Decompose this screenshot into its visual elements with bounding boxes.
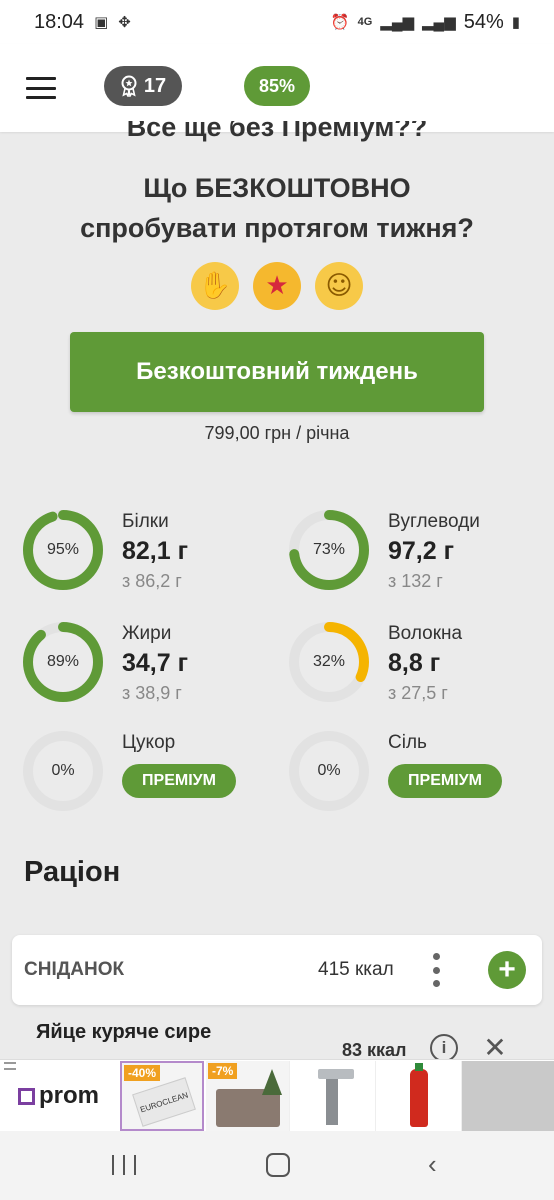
system-nav-bar: ‹ <box>0 1131 554 1200</box>
meal-kcal: 415 ккал <box>318 959 394 980</box>
nutrient-sugar[interactable]: 0% Цукор ПРЕМІУМ <box>22 730 282 820</box>
price-text: 799,00 грн / річна <box>204 423 350 443</box>
nutrient-value: 82,1 г <box>122 537 189 565</box>
premium-button[interactable]: ПРЕМІУМ <box>122 764 236 798</box>
discount-badge: -7% <box>208 1063 238 1079</box>
product-sauce-cap <box>415 1063 423 1071</box>
food-kcal: 83 ккал <box>342 1040 407 1060</box>
product-tree-image <box>262 1069 282 1095</box>
ad-item-4[interactable] <box>378 1061 462 1131</box>
product-sauce-image <box>410 1069 428 1127</box>
percent-label: 73% <box>312 541 346 558</box>
nutrient-value: 34,7 г <box>122 649 189 677</box>
nutrient-salt[interactable]: 0% Сіль ПРЕМІУМ <box>288 730 548 820</box>
prom-logo-mark <box>18 1087 35 1105</box>
nutrient-carbs[interactable]: 73% Вуглеводи 97,2 г з 132 г <box>288 509 548 599</box>
nutrient-fiber[interactable]: 32% Волокна 8,8 г з 27,5 г <box>288 621 548 711</box>
nutrient-goal: з 132 г <box>388 571 443 591</box>
battery-percent: 54% <box>463 10 504 33</box>
nutrient-goal: з 38,9 г <box>122 683 182 703</box>
meal-card-breakfast[interactable]: СНІДАНОК 415 ккал + <box>12 935 542 1005</box>
promo-title-line2: спробувати протягом тижня? <box>80 213 474 243</box>
premium-button[interactable]: ПРЕМІУМ <box>388 764 502 798</box>
nutrient-value: 97,2 г <box>388 537 455 565</box>
status-bar: 18:04 ▣ ✥ ⏰ 4G ▂▄▆ ▂▄▆ 54% ▮ <box>0 0 554 44</box>
ad-item-2[interactable]: -7% <box>206 1061 290 1131</box>
add-food-button[interactable]: + <box>488 951 526 989</box>
ad-item-1[interactable]: -40% EUROCLEAN <box>120 1061 204 1131</box>
nutrient-protein[interactable]: 95% Білки 82,1 г з 86,2 г <box>22 509 282 599</box>
nutrient-goal: з 27,5 г <box>388 683 448 703</box>
ad-choices-icon[interactable] <box>4 1062 16 1070</box>
product-faucet-body <box>326 1079 338 1125</box>
more-options-icon[interactable] <box>432 953 440 987</box>
percent-label: 0% <box>51 762 75 779</box>
nutrient-goal: з 86,2 г <box>122 571 182 591</box>
free-week-button[interactable]: Безкоштовний тиждень <box>70 332 484 412</box>
ad-banner[interactable]: prom -40% EUROCLEAN -7% <box>0 1059 554 1131</box>
nutrient-name: Жири <box>122 623 172 644</box>
info-icon[interactable]: i <box>430 1034 458 1062</box>
meal-name: СНІДАНОК <box>24 959 125 980</box>
recents-icon[interactable] <box>112 1155 136 1175</box>
product-brand: EUROCLEAN <box>139 1090 190 1115</box>
home-icon[interactable] <box>266 1153 290 1177</box>
nutrient-name: Волокна <box>388 623 463 644</box>
nutrient-fat[interactable]: 89% Жири 34,7 г з 38,9 г <box>22 621 282 711</box>
nutrient-name: Білки <box>122 511 169 532</box>
nutrient-name: Цукор <box>122 732 176 753</box>
clapping-hands-icon: ✋ <box>191 262 239 310</box>
percent-label: 95% <box>46 541 80 558</box>
menu-icon[interactable] <box>26 77 56 99</box>
network-type: 4G <box>357 16 373 28</box>
ad-item-3[interactable] <box>292 1061 376 1131</box>
status-time: 18:04 <box>34 10 85 33</box>
nutrient-name: Вуглеводи <box>388 511 480 532</box>
award-icon <box>121 75 137 97</box>
hugging-face-icon: ☺ <box>315 262 363 310</box>
prom-logo-text: prom <box>39 1082 99 1109</box>
product-faucet-image <box>318 1069 354 1079</box>
progress-badge[interactable]: 85% <box>244 66 310 106</box>
signal-2-icon: ▂▄▆ <box>422 14 456 31</box>
emoji-row: ✋ ★ ☺ <box>0 262 554 310</box>
food-name[interactable]: Яйце куряче сире <box>36 1021 211 1044</box>
award-badge[interactable]: 17 <box>104 66 182 106</box>
diet-title: Раціон <box>24 856 121 888</box>
sync-icon: ✥ <box>118 14 131 31</box>
signal-icon: ▂▄▆ <box>380 14 414 31</box>
back-icon[interactable]: ‹ <box>428 1151 437 1177</box>
promo-title-line1: Що БЕЗКОШТОВНО <box>143 173 411 203</box>
prom-logo[interactable]: prom <box>18 1082 99 1110</box>
ad-placeholder <box>462 1061 554 1131</box>
percent-label: 32% <box>312 653 346 670</box>
battery-icon: ▮ <box>511 14 520 31</box>
app-bar: 17 85% <box>0 44 554 132</box>
percent-label: 89% <box>46 653 80 670</box>
promo-title: Що БЕЗКОШТОВНО спробувати протягом тижня… <box>0 168 554 248</box>
nutrient-value: 8,8 г <box>388 649 441 677</box>
discount-badge: -40% <box>124 1065 161 1081</box>
percent-label: 0% <box>317 762 341 779</box>
award-count: 17 <box>143 74 167 97</box>
star-struck-icon: ★ <box>253 262 301 310</box>
product-roll-image: EUROCLEAN <box>132 1077 196 1127</box>
nutrient-name: Сіль <box>388 732 427 753</box>
alarm-icon: ⏰ <box>330 14 350 31</box>
gallery-icon: ▣ <box>94 14 109 31</box>
close-icon[interactable]: ✕ <box>482 1034 508 1062</box>
